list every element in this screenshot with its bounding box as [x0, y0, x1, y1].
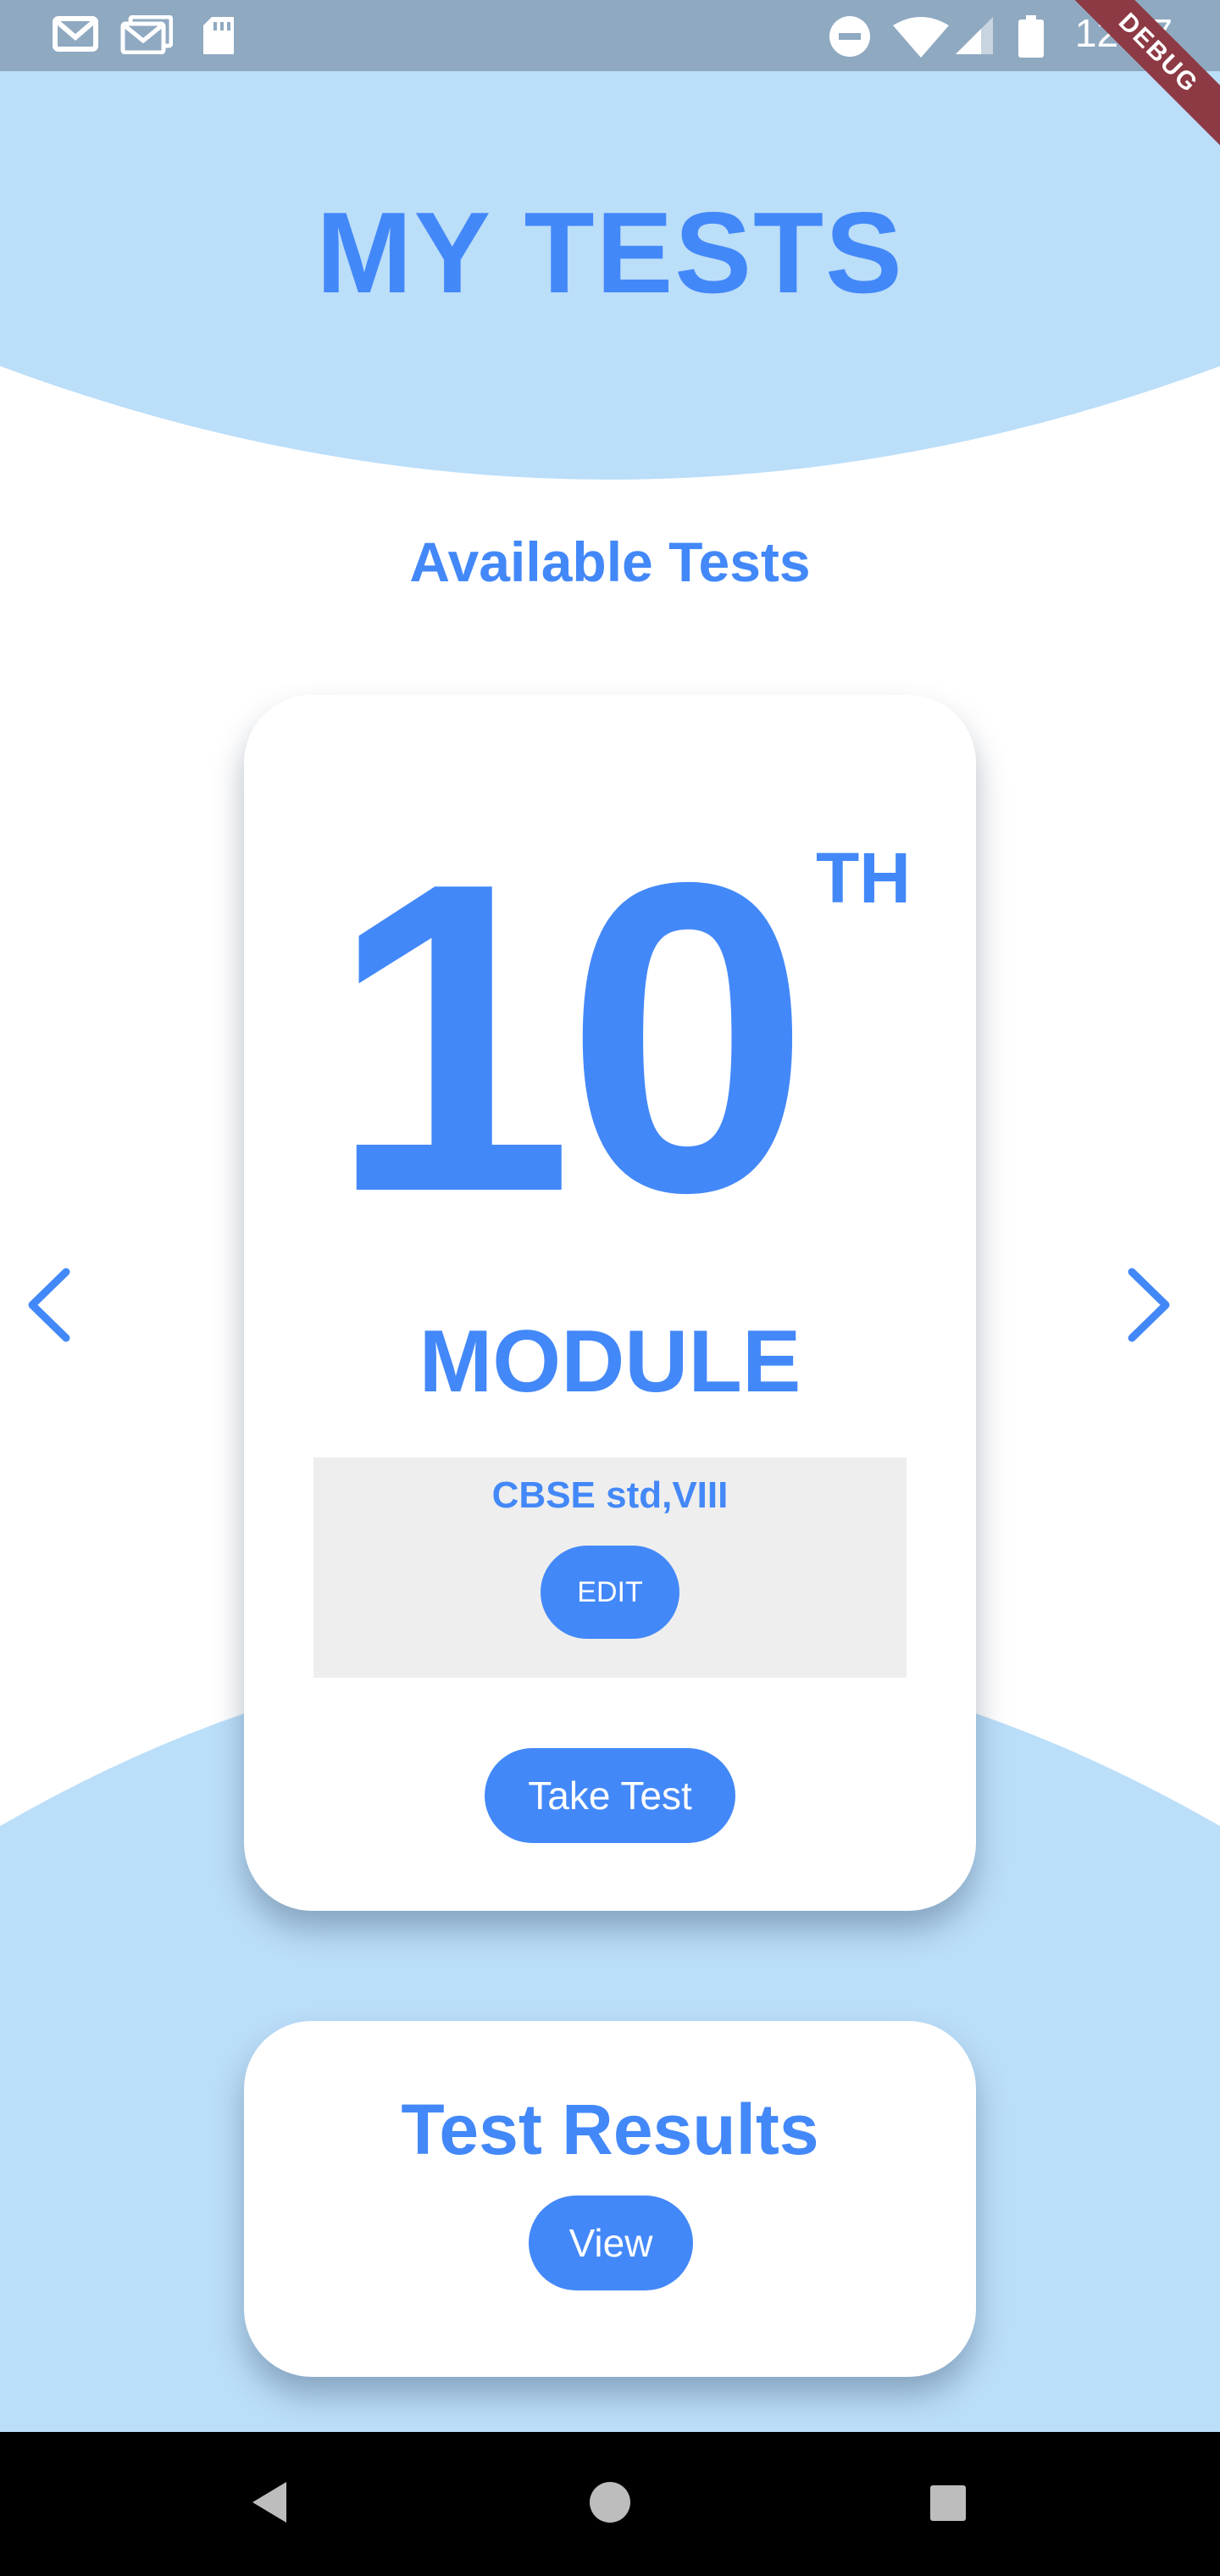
test-results-title: Test Results: [401, 2090, 819, 2169]
module-card: 10 TH MODULE CBSE std,VIII EDIT Take Tes…: [244, 695, 976, 1911]
available-tests-title: Available Tests: [409, 530, 811, 593]
gmail-icon: [120, 15, 173, 54]
module-label: MODULE: [419, 1313, 801, 1411]
do-not-disturb-icon: [829, 16, 870, 57]
status-bar: 12:07: [0, 0, 1220, 71]
navigation-bar: [0, 2432, 1220, 2576]
back-icon[interactable]: [249, 2479, 291, 2526]
module-ordinal-suffix: TH: [816, 838, 911, 918]
board-label: CBSE std,VIII: [491, 1474, 729, 1516]
board-panel: CBSE std,VIII EDIT: [313, 1457, 907, 1678]
battery-icon: [1018, 15, 1044, 58]
take-test-button[interactable]: Take Test: [485, 1748, 735, 1843]
wifi-icon: [893, 17, 949, 58]
home-icon[interactable]: [586, 2479, 634, 2526]
view-results-button[interactable]: View: [529, 2196, 693, 2290]
page-title: MY TESTS: [316, 188, 904, 317]
sd-card-icon: [203, 17, 234, 54]
module-number: 10: [329, 791, 810, 1284]
recents-icon[interactable]: [927, 2479, 969, 2526]
chevron-right-icon[interactable]: [1123, 1267, 1174, 1343]
edit-button[interactable]: EDIT: [541, 1546, 679, 1639]
chevron-left-icon[interactable]: [24, 1267, 75, 1343]
test-results-card: Test Results View: [244, 2021, 976, 2377]
signal-icon: [956, 17, 993, 54]
gmail-icon: [53, 16, 98, 52]
